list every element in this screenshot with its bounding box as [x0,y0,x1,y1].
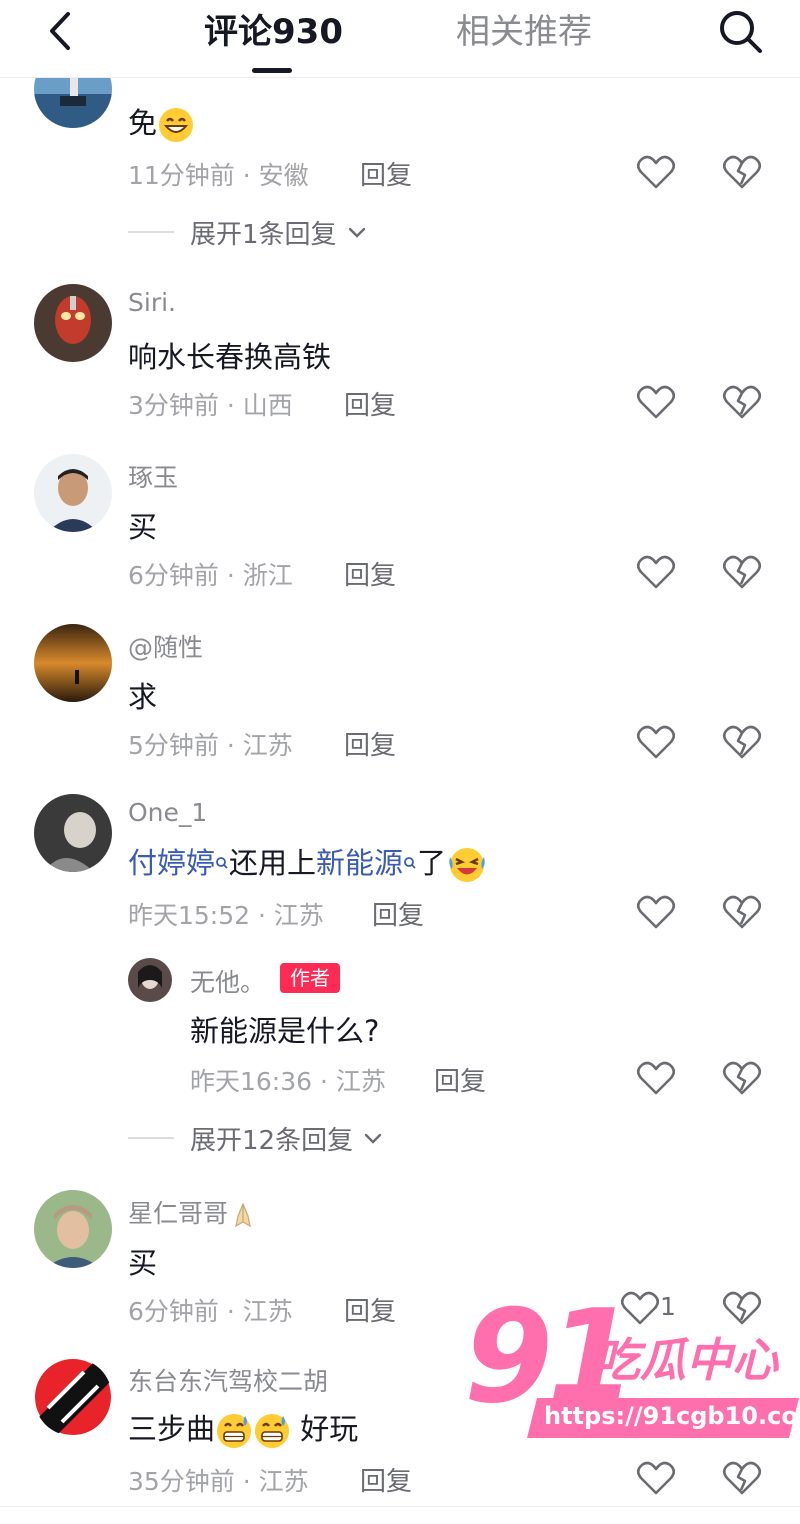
comment-username[interactable]: @随性 [128,628,203,664]
hashtag-link[interactable]: 付婷婷 [128,846,215,880]
tab-related[interactable]: 相关推荐 [456,8,592,56]
author-badge: 作者 [280,963,340,993]
reply-meta: 昨天16:36 · 江苏 [190,1067,386,1096]
grimacing-sweat-face-icon [217,1414,252,1448]
comment-username[interactable]: Siri. [128,288,176,317]
comment-input-bar[interactable] [0,1507,800,1524]
comment-meta: 6分钟前 · 浙江 [128,561,293,590]
heart-icon[interactable] [636,154,676,190]
praying-hands-icon [235,1202,251,1228]
reply-button[interactable]: 回复 [360,1461,412,1498]
avatar[interactable] [128,958,172,1002]
comment-text: 三步曲 好玩 [128,1406,358,1450]
broken-heart-icon[interactable] [722,154,762,190]
broken-heart-icon[interactable] [722,1060,762,1096]
heart-icon[interactable] [636,1460,676,1496]
search-icon [404,857,416,869]
comment-text: 付婷婷 还用上新能源了 [128,840,488,885]
grimacing-sweat-face-icon [255,1414,290,1448]
expand-replies-label: 展开12条回复 [190,1126,354,1156]
comment-meta: 3分钟前 · 山西 [128,391,293,420]
watermark-logo: 91 吃瓜中心 https://91cgb10.com [464,1294,800,1444]
avatar[interactable] [34,1190,112,1268]
broken-heart-icon[interactable] [722,894,762,930]
comment-meta: 35分钟前 · 江苏 [128,1467,309,1496]
tab-comments[interactable]: 评论930 [204,8,343,56]
avatar[interactable] [34,1358,112,1436]
comment-text: 求 [128,680,158,714]
reply-button[interactable]: 回复 [360,155,412,192]
comment-meta: 5分钟前 · 江苏 [128,731,293,760]
broken-heart-icon[interactable] [722,554,762,590]
heart-icon[interactable] [636,1060,676,1096]
broken-heart-icon[interactable] [722,384,762,420]
hashtag-link[interactable]: 新能源 [316,846,403,880]
comment-text: 响水长春换高铁 [128,340,332,374]
search-icon [216,857,228,869]
comment-meta: 6分钟前 · 江苏 [128,1297,293,1326]
divider [128,1137,174,1139]
comment-text: 买 [128,1246,158,1280]
avatar[interactable] [34,284,112,362]
reply-button[interactable]: 回复 [372,895,424,932]
comment-username[interactable]: 琢玉 [128,458,178,494]
heart-icon[interactable] [636,724,676,760]
broken-heart-icon[interactable] [722,724,762,760]
comment-username[interactable]: 东台东汽驾校二胡 [128,1362,328,1398]
expand-replies[interactable]: 展开12条回复 [128,1118,428,1158]
active-tab-indicator [252,68,292,73]
avatar[interactable] [34,454,112,532]
reply-button[interactable]: 回复 [434,1061,486,1098]
heart-icon[interactable] [636,554,676,590]
avatar[interactable] [34,794,112,872]
watermark-url: https://91cgb10.com [544,1402,800,1430]
avatar[interactable] [34,624,112,702]
reply-button[interactable]: 回复 [344,1291,396,1328]
reply-text: 新能源是什么? [190,1014,380,1048]
chevron-down-icon [364,1133,382,1144]
divider [128,231,174,233]
comment-text: 免 [128,100,195,144]
chevron-down-icon [348,227,366,238]
comment-meta: 昨天15:52 · 江苏 [128,901,324,930]
reply-button[interactable]: 回复 [344,725,396,762]
search-icon[interactable] [712,4,768,60]
back-arrow-icon[interactable] [36,6,86,56]
laughing-face-icon [449,848,485,882]
watermark-name: 吃瓜中心 [594,1333,778,1387]
expand-replies[interactable]: 展开1条回复 [128,212,428,252]
comment-text: 买 [128,510,158,544]
grinning-face-icon [159,108,194,142]
heart-icon[interactable] [636,894,676,930]
comment-meta: 11分钟前 · 安徽 [128,161,309,190]
reply-button[interactable]: 回复 [344,385,396,422]
comment-username[interactable]: 星仁哥哥 [128,1194,258,1230]
reply-username[interactable]: 无他。 [190,963,265,999]
comment-username[interactable]: One_1 [128,798,207,827]
heart-icon[interactable] [636,384,676,420]
comments-header: 评论930 相关推荐 [0,0,800,78]
broken-heart-icon[interactable] [722,1460,762,1496]
reply-button[interactable]: 回复 [344,555,396,592]
expand-replies-label: 展开1条回复 [190,220,337,250]
